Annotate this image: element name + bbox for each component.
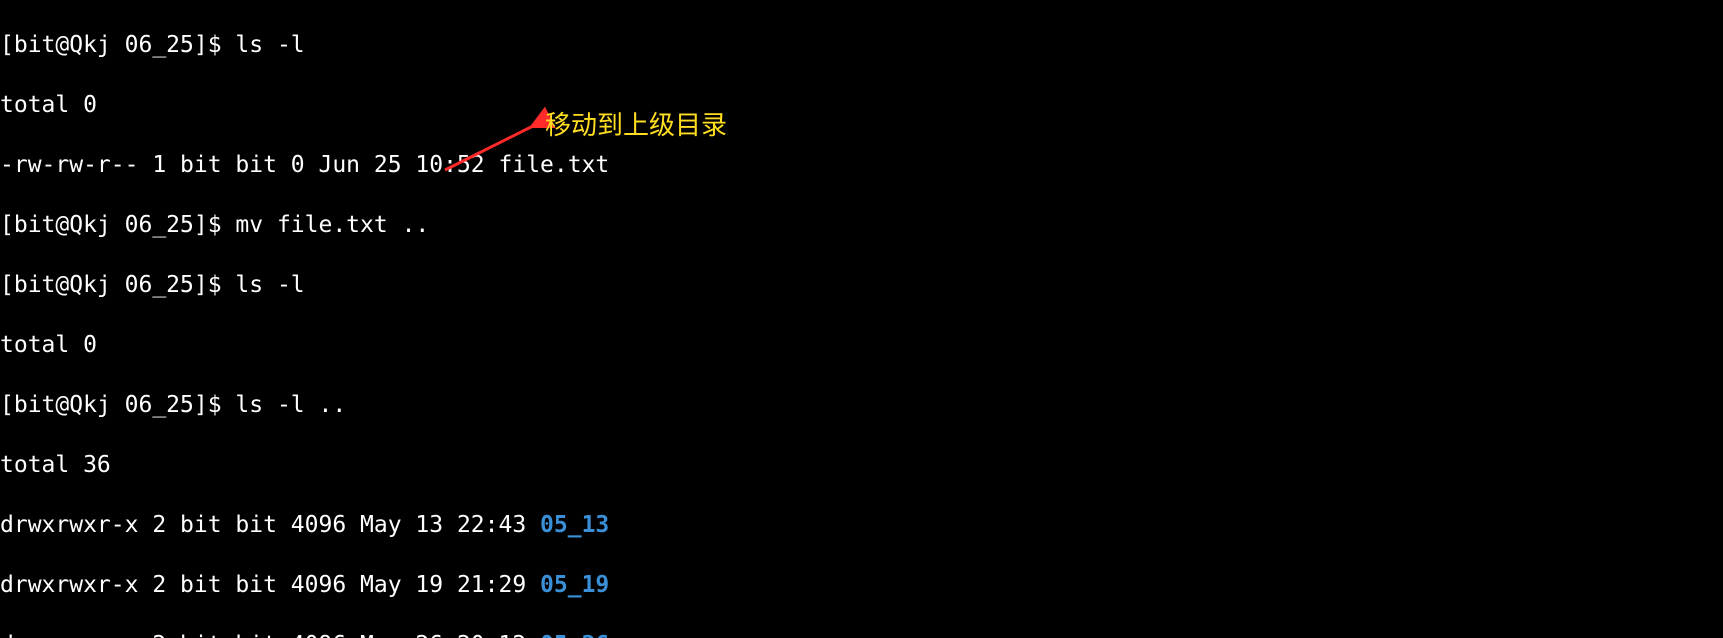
output-line: total 0 <box>0 330 1723 360</box>
directory-name: 05_13 <box>540 512 609 538</box>
directory-name: 05_19 <box>540 572 609 598</box>
ls-row: drwxrwxr-x 2 bit bit 4096 May 26 20:12 0… <box>0 630 1723 638</box>
terminal[interactable]: [bit@Qkj 06_25]$ ls -l total 0 -rw-rw-r-… <box>0 0 1723 638</box>
command-line-1: [bit@Qkj 06_25]$ ls -l <box>0 30 1723 60</box>
command-text: ls -l .. <box>235 392 346 418</box>
prompt: [bit@Qkj 06_25]$ <box>0 32 235 58</box>
ls-row: drwxrwxr-x 2 bit bit 4096 May 13 22:43 0… <box>0 510 1723 540</box>
command-text: ls -l <box>235 32 304 58</box>
ls-row: drwxrwxr-x 2 bit bit 4096 May 19 21:29 0… <box>0 570 1723 600</box>
command-line-2: [bit@Qkj 06_25]$ mv file.txt .. <box>0 210 1723 240</box>
ls-meta: drwxrwxr-x 2 bit bit 4096 May 19 21:29 <box>0 572 540 598</box>
output-line: -rw-rw-r-- 1 bit bit 0 Jun 25 10:52 file… <box>0 150 1723 180</box>
command-text: mv file.txt .. <box>235 212 429 238</box>
directory-name: 05_26 <box>540 632 609 638</box>
prompt: [bit@Qkj 06_25]$ <box>0 392 235 418</box>
command-line-3: [bit@Qkj 06_25]$ ls -l <box>0 270 1723 300</box>
ls-meta: drwxrwxr-x 2 bit bit 4096 May 13 22:43 <box>0 512 540 538</box>
output-line: total 0 <box>0 90 1723 120</box>
command-text: ls -l <box>235 272 304 298</box>
prompt: [bit@Qkj 06_25]$ <box>0 212 235 238</box>
ls-meta: drwxrwxr-x 2 bit bit 4096 May 26 20:12 <box>0 632 540 638</box>
prompt: [bit@Qkj 06_25]$ <box>0 272 235 298</box>
output-line: total 36 <box>0 450 1723 480</box>
command-line-4: [bit@Qkj 06_25]$ ls -l .. <box>0 390 1723 420</box>
